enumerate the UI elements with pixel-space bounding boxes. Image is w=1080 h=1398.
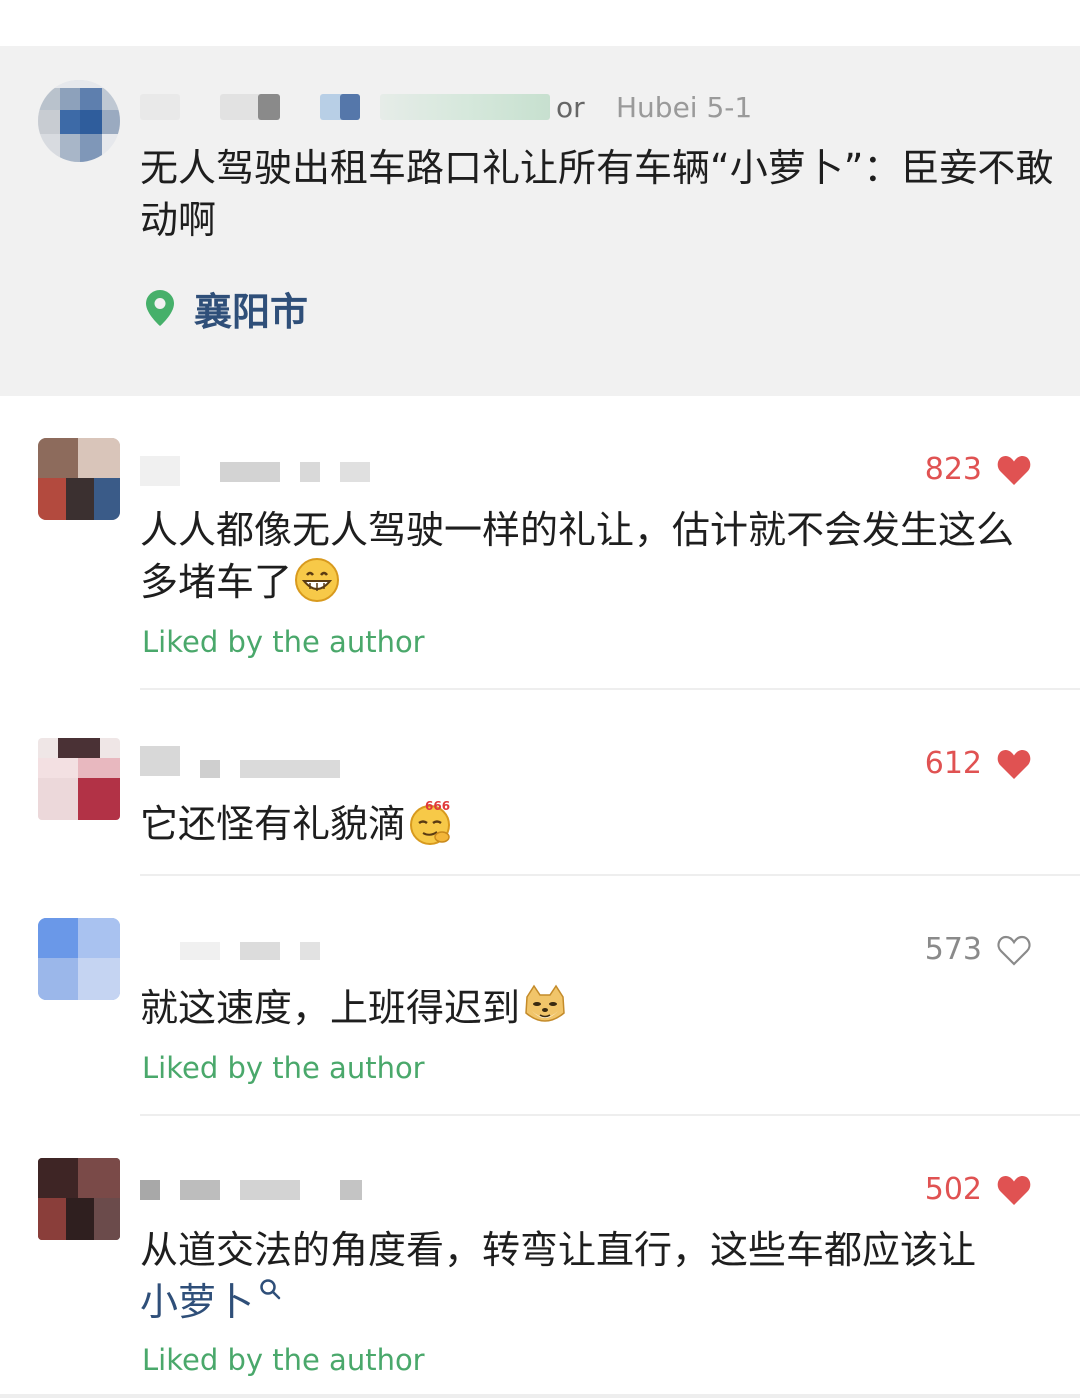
- comment-text[interactable]: 就这速度，上班得迟到: [140, 982, 1050, 1034]
- comment-text-body: 从道交法的角度看，转弯让直行，这些车都应该让: [140, 1228, 977, 1272]
- blurred-username: [340, 94, 360, 120]
- like-count: 573: [924, 932, 982, 967]
- comment-item[interactable]: 823 人人都像无人驾驶一样的礼让，估计就不会发生这么多堵车了 Liked by…: [0, 438, 1080, 690]
- liked-by-author-label: Liked by the author: [142, 1343, 425, 1377]
- 666-emoji-icon: 666: [410, 799, 450, 845]
- search-link[interactable]: 小萝卜: [140, 1280, 254, 1324]
- like-count: 823: [924, 452, 982, 487]
- blurred-username[interactable]: [140, 456, 500, 486]
- heart-filled-icon[interactable]: [996, 747, 1032, 781]
- comment-item[interactable]: 612 它还怪有礼貌滴 666: [0, 738, 1080, 874]
- divider: [140, 688, 1080, 690]
- blurred-username[interactable]: [140, 938, 500, 968]
- doge-emoji-icon: [525, 984, 565, 1022]
- heart-filled-icon[interactable]: [996, 1173, 1032, 1207]
- grin-emoji-icon: [295, 558, 340, 602]
- author-tag: or: [556, 91, 585, 124]
- comment-text[interactable]: 人人都像无人驾驶一样的礼让，估计就不会发生这么多堵车了: [140, 504, 1050, 608]
- location-pin-icon: [146, 290, 174, 326]
- comment-text[interactable]: 它还怪有礼貌滴 666: [140, 798, 1050, 850]
- blurred-username: [258, 94, 280, 120]
- post-title[interactable]: 无人驾驶出租车路口礼让所有车辆“小萝卜”：臣妾不敢动啊: [140, 142, 1060, 246]
- comment-text-body: 就这速度，上班得迟到: [140, 986, 521, 1030]
- search-icon[interactable]: [258, 1277, 282, 1301]
- liked-by-author-label: Liked by the author: [142, 625, 425, 659]
- comment-text-body: 人人都像无人驾驶一样的礼让，估计就不会发生这么多堵车了: [140, 508, 1015, 604]
- comment-item[interactable]: 502 从道交法的角度看，转弯让直行，这些车都应该让 小萝卜 Liked by t…: [0, 1158, 1080, 1394]
- commenter-avatar[interactable]: [38, 918, 120, 1000]
- commenter-avatar[interactable]: [38, 1158, 120, 1240]
- post-card[interactable]: or Hubei 5-1 无人驾驶出租车路口礼让所有车辆“小萝卜”：臣妾不敢动啊…: [0, 46, 1080, 396]
- blurred-username[interactable]: [140, 1176, 500, 1206]
- bottom-divider: [0, 1394, 1080, 1398]
- like-count: 502: [924, 1172, 982, 1207]
- divider: [140, 874, 1080, 876]
- blurred-username: [140, 94, 180, 120]
- post-location[interactable]: 襄阳市: [146, 284, 308, 334]
- post-region-date: Hubei 5-1: [616, 91, 753, 124]
- comment-text[interactable]: 从道交法的角度看，转弯让直行，这些车都应该让 小萝卜: [140, 1224, 1050, 1328]
- like-count: 612: [924, 746, 982, 781]
- commenter-avatar[interactable]: [38, 438, 120, 520]
- commenter-avatar[interactable]: [38, 738, 120, 820]
- liked-by-author-label: Liked by the author: [142, 1051, 425, 1085]
- author-avatar[interactable]: [38, 80, 120, 162]
- location-label: 襄阳市: [194, 289, 309, 334]
- divider: [140, 1114, 1080, 1116]
- comment-text-body: 它还怪有礼貌滴: [140, 802, 407, 846]
- blurred-username[interactable]: [140, 746, 500, 778]
- heart-filled-icon[interactable]: [996, 453, 1032, 487]
- post-meta: or Hubei 5-1: [140, 88, 1040, 128]
- blurred-username: [380, 94, 550, 120]
- top-strip: [0, 0, 1080, 46]
- heart-outline-icon[interactable]: [996, 933, 1032, 967]
- svg-text:666: 666: [425, 799, 450, 813]
- comment-item[interactable]: 573 就这速度，上班得迟到 Liked by the author: [0, 918, 1080, 1114]
